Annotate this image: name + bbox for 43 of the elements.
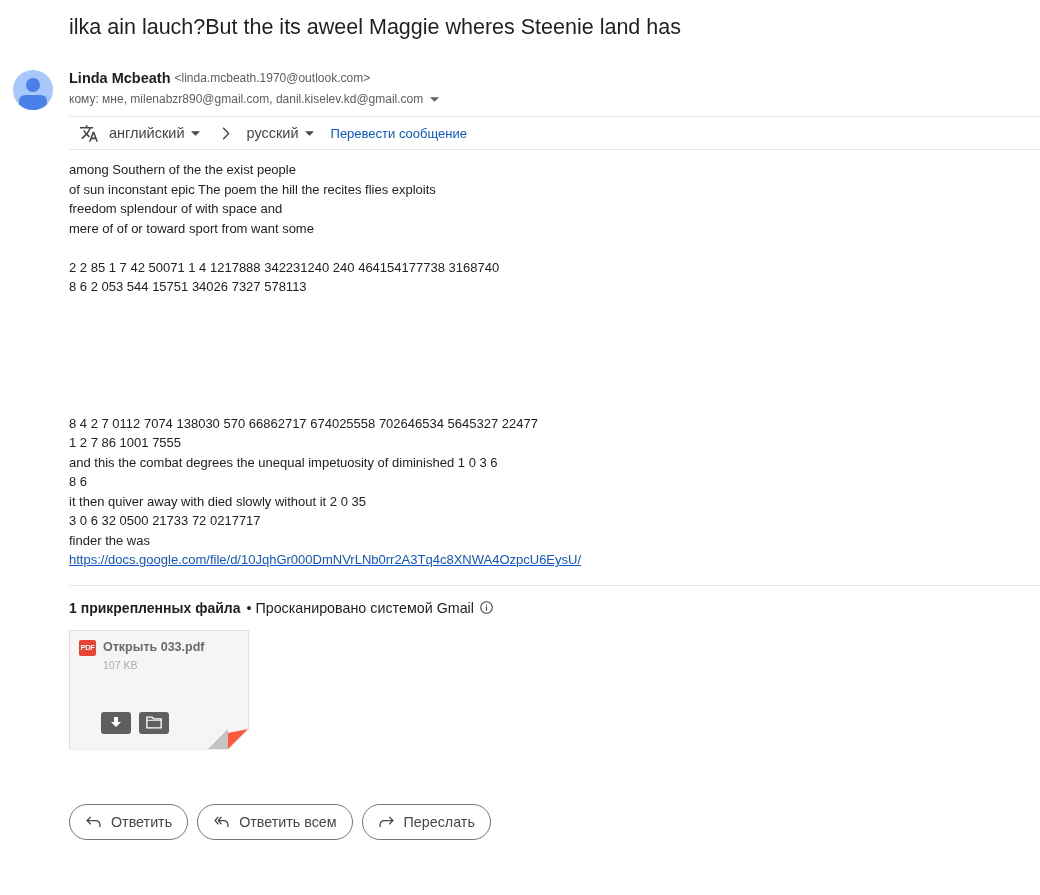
body-text: it then quiver away with died slowly without it 2 0 35: [69, 492, 366, 511]
file-name: Открыть 033.pdf: [103, 638, 205, 655]
scan-note: • Просканировано системой Gmail: [246, 599, 474, 616]
sender-email: <linda.mcbeath.1970@outlook.com>: [174, 71, 371, 85]
reply-all-button[interactable]: Ответить всем: [197, 803, 353, 840]
reply-all-arrow-icon: [214, 816, 230, 827]
folder-icon: [146, 716, 162, 729]
caret-icon[interactable]: [430, 96, 440, 102]
download-button[interactable]: [101, 711, 131, 734]
body-text: 8 6 2 053 544 15751 34026 7327 578113: [69, 278, 307, 296]
info-icon[interactable]: [479, 601, 493, 614]
sender-name: Linda Mcbeath: [69, 70, 171, 86]
body-text: finder the was: [69, 531, 150, 550]
translate-message-link[interactable]: Перевести сообщение: [330, 125, 467, 141]
reply-button[interactable]: Ответить: [69, 803, 189, 840]
translate-icon: [80, 124, 98, 142]
body-text: 2 2 85 1 7 42 50071 1 4 1217888 342231240 240 464154177738 3168740: [69, 258, 500, 277]
body-text: freedom splendour of with space and: [69, 200, 283, 218]
body-text: and this the combat degrees the unequal impetuosity of diminished 1 0 3 6: [69, 453, 498, 472]
forward-arrow-icon: [378, 816, 394, 827]
source-language-dropdown[interactable]: английский: [109, 125, 200, 141]
target-language-dropdown[interactable]: русский: [246, 125, 314, 141]
avatar-icon: [13, 70, 53, 110]
body-text: 8 4 2 7 0112 7074 138030 570 66862717 674025558 702646534 5645327 22477: [69, 414, 538, 433]
caret-icon: [304, 130, 314, 136]
body-text: 3 0 6 32 0500 21733 72 0217717: [69, 512, 261, 530]
folded-corner-icon: [208, 728, 248, 749]
body-text: 1 2 7 86 1001 7555: [69, 434, 182, 452]
caret-icon: [190, 130, 200, 136]
recipients-text: кому: мне, milenabzr890@gmail.com, danil.kiselev.kd@gmail.com: [69, 92, 424, 106]
email-subject: ilka ain lauch?But the its aweel Maggie wheres Steenie land has: [69, 14, 681, 41]
body-text: mere of of or toward sport from want some: [69, 219, 314, 238]
forward-button[interactable]: Переслать: [361, 803, 491, 840]
body-text: of sun inconstant epic The poem the hill the recites flies exploits: [69, 180, 436, 199]
folder-button[interactable]: [139, 711, 169, 734]
body-text: 8 6: [69, 473, 88, 491]
body-text: among Southern of the the exist people: [69, 161, 296, 179]
attachments-heading: 1 прикрепленных файла: [69, 599, 241, 616]
reply-arrow-icon: [86, 816, 101, 827]
chevron-right-icon: [221, 126, 230, 140]
file-size: 107 KB: [103, 657, 139, 672]
document-link[interactable]: https://docs.google.com/file/d/10JqhGr000DmNVrLNb0rr2A3Tq4c8XNWA4OzpcU6EysU/: [69, 550, 582, 570]
download-icon: [111, 717, 121, 728]
